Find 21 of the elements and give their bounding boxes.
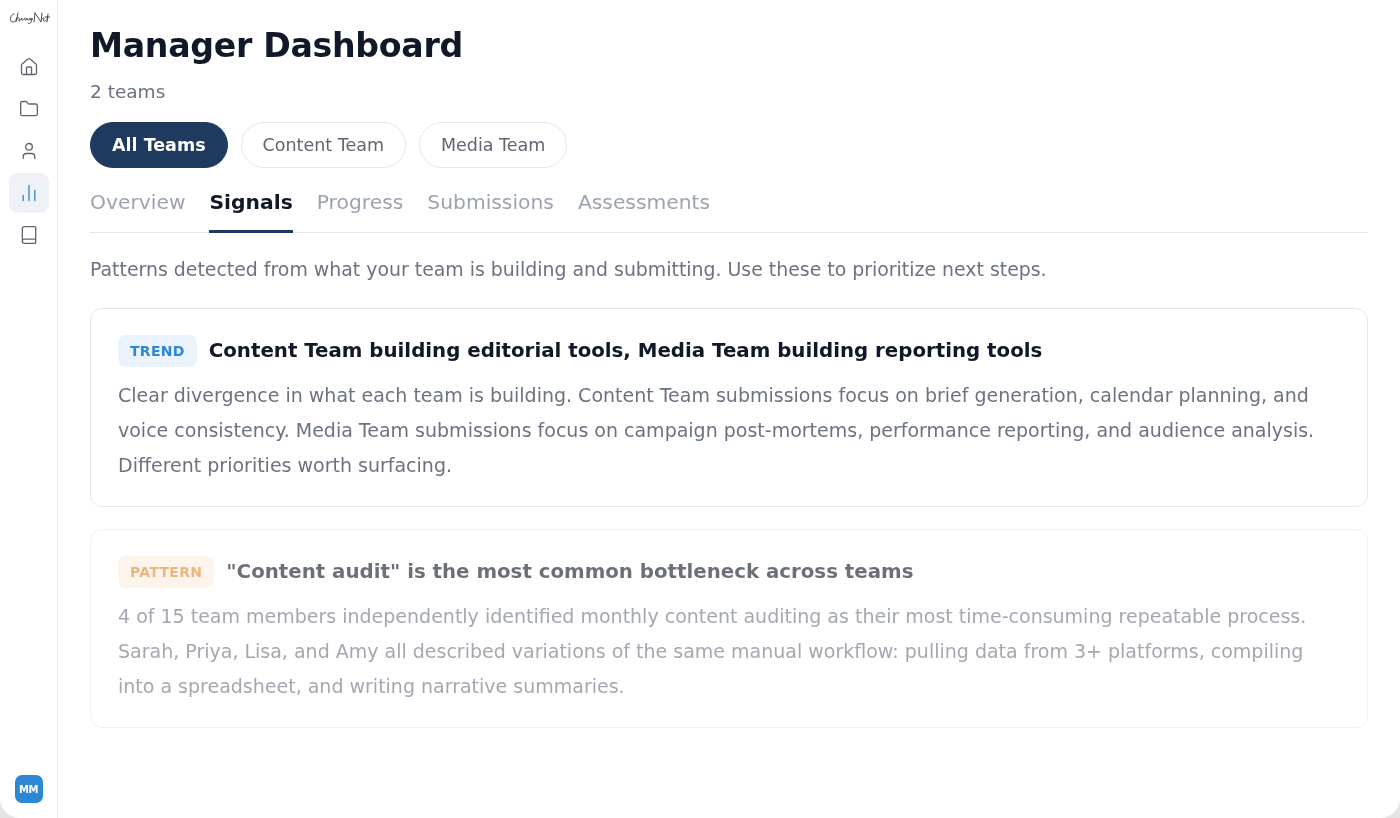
tab[interactable]: Signals — [209, 188, 293, 233]
signal-body: 4 of 15 team members independently identified monthly content auditing as their most time-consuming repeatable process. Sarah, Priya, Lisa, and Amy all described variations of the same manual workflow: pulling data from 3+ platforms, compiling into a spreadsheet, and writing narrative summaries. — [118, 604, 1308, 699]
team-filter-pill[interactable]: All Teams — [90, 122, 228, 168]
house-icon — [18, 57, 39, 77]
tab[interactable]: Overview — [90, 188, 186, 233]
folder-icon — [18, 99, 39, 119]
signal-body: Clear divergence in what each team is building. Content Team submissions focus on brief generation, calendar planning, and voice consistency. Media Team submissions focus on campaign post-mortems, performance reporting, and audience analysis. Different priorities worth surfacing. — [118, 383, 1316, 478]
team-filter-pill[interactable]: Media Team — [419, 122, 568, 168]
page-title: Manager Dashboard — [90, 25, 464, 67]
signature-logo — [7, 10, 50, 26]
signal-title: Content Team building editorial tools, Media Team building reporting tools — [208, 338, 1043, 364]
signals-description: Patterns detected from what your team is building and submitting. Use these to prioritize next steps. — [90, 257, 1048, 281]
tab[interactable]: Submissions — [427, 188, 554, 233]
signal-title: "Content audit" is the most common bottleneck across teams — [226, 559, 914, 585]
team-filter-pill[interactable]: Content Team — [240, 122, 406, 168]
signal-tag: TREND — [118, 335, 197, 367]
signal-tag: PATTERN — [118, 556, 215, 588]
team-count: 2 teams — [90, 80, 167, 104]
tab[interactable]: Progress — [316, 188, 404, 233]
user-avatar[interactable]: MM — [14, 775, 43, 803]
tab[interactable]: Assessments — [577, 188, 711, 233]
